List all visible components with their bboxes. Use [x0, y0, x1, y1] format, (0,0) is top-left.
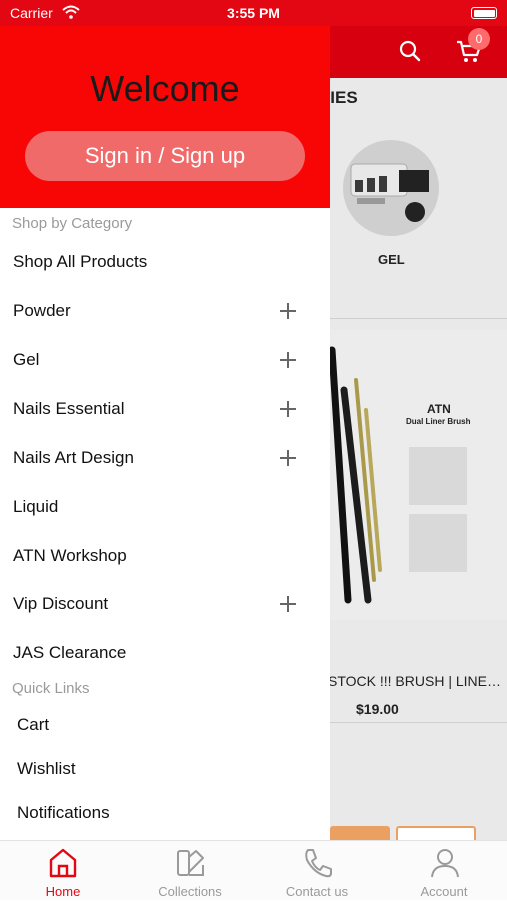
category-label: Gel	[13, 350, 40, 369]
quick-link-cart[interactable]: Cart	[0, 707, 330, 743]
search-icon[interactable]	[399, 40, 421, 62]
cart-count-badge: 0	[468, 28, 490, 50]
quick-link-label: Cart	[17, 715, 50, 734]
category-label: Powder	[13, 301, 71, 320]
sign-in-button[interactable]: Sign in / Sign up	[25, 131, 305, 181]
tab-home[interactable]: Home	[0, 841, 126, 901]
tab-label: Home	[45, 884, 81, 899]
bottom-tab-bar: Home Collections Contact us Account	[0, 840, 507, 900]
quick-link-wishlist[interactable]: Wishlist	[0, 751, 330, 787]
plus-icon[interactable]	[280, 450, 296, 466]
category-item-atn-workshop[interactable]: ATN Workshop	[0, 536, 330, 576]
plus-icon[interactable]	[280, 596, 296, 612]
product-name[interactable]: STOCK !!! BRUSH | LINE…	[328, 673, 501, 689]
category-item-shop-all-products[interactable]: Shop All Products	[0, 242, 330, 282]
product-price: $19.00	[356, 701, 399, 717]
plus-icon[interactable]	[280, 303, 296, 319]
divider	[330, 722, 507, 723]
category-item-powder[interactable]: Powder	[0, 291, 330, 331]
plus-icon[interactable]	[280, 352, 296, 368]
status-bar: Carrier 3:55 PM	[0, 0, 507, 26]
divider	[330, 318, 507, 319]
phone-icon	[305, 849, 332, 878]
category-label: Shop All Products	[13, 252, 148, 271]
drawer-header: Welcome Sign in / Sign up	[0, 0, 330, 208]
category-item-vip-discount[interactable]: Vip Discount	[0, 584, 330, 624]
category-item-jas-clearance[interactable]: JAS Clearance	[0, 633, 330, 673]
clock: 3:55 PM	[227, 5, 280, 21]
category-item-nails-art-design[interactable]: Nails Art Design	[0, 438, 330, 478]
quick-link-notifications[interactable]: Notifications	[0, 795, 330, 831]
category-item-gel[interactable]: Gel	[0, 340, 330, 380]
quick-links-label: Quick Links	[12, 680, 90, 697]
tab-contact-us[interactable]: Contact us	[254, 841, 380, 901]
category-item-nails-essential[interactable]: Nails Essential	[0, 389, 330, 429]
product-brand-subtitle: Dual Liner Brush	[406, 417, 471, 426]
welcome-title: Welcome	[90, 68, 240, 109]
product-thumbnail	[409, 514, 467, 572]
category-label: JAS Clearance	[13, 643, 127, 662]
quick-link-label: Wishlist	[17, 759, 76, 778]
category-label: Liquid	[13, 497, 59, 516]
category-label: Nails Essential	[13, 399, 125, 418]
category-gel-image[interactable]	[343, 140, 439, 236]
category-label: Nails Art Design	[13, 448, 134, 467]
home-icon	[49, 848, 77, 878]
category-label: ATN Workshop	[13, 546, 127, 565]
navigation-drawer: Welcome Sign in / Sign up Shop by Catego…	[0, 0, 330, 840]
account-icon	[431, 849, 459, 878]
battery-icon	[471, 7, 497, 19]
tab-label: Contact us	[285, 884, 349, 899]
gel-kit-illustration	[350, 163, 429, 222]
tab-collections[interactable]: Collections	[127, 841, 253, 901]
quick-link-label: Notifications	[17, 803, 110, 822]
tab-label: Collections	[158, 884, 222, 899]
product-thumbnail	[409, 447, 467, 505]
collections-icon	[177, 850, 204, 876]
tab-account[interactable]: Account	[381, 841, 507, 901]
product-brand: ATN	[427, 402, 451, 416]
plus-icon[interactable]	[280, 401, 296, 417]
tab-label: Account	[420, 884, 468, 899]
shop-by-category-label: Shop by Category	[12, 215, 133, 232]
category-gel-label: GEL	[378, 252, 405, 267]
category-item-liquid[interactable]: Liquid	[0, 487, 330, 527]
category-label: Vip Discount	[13, 594, 109, 613]
